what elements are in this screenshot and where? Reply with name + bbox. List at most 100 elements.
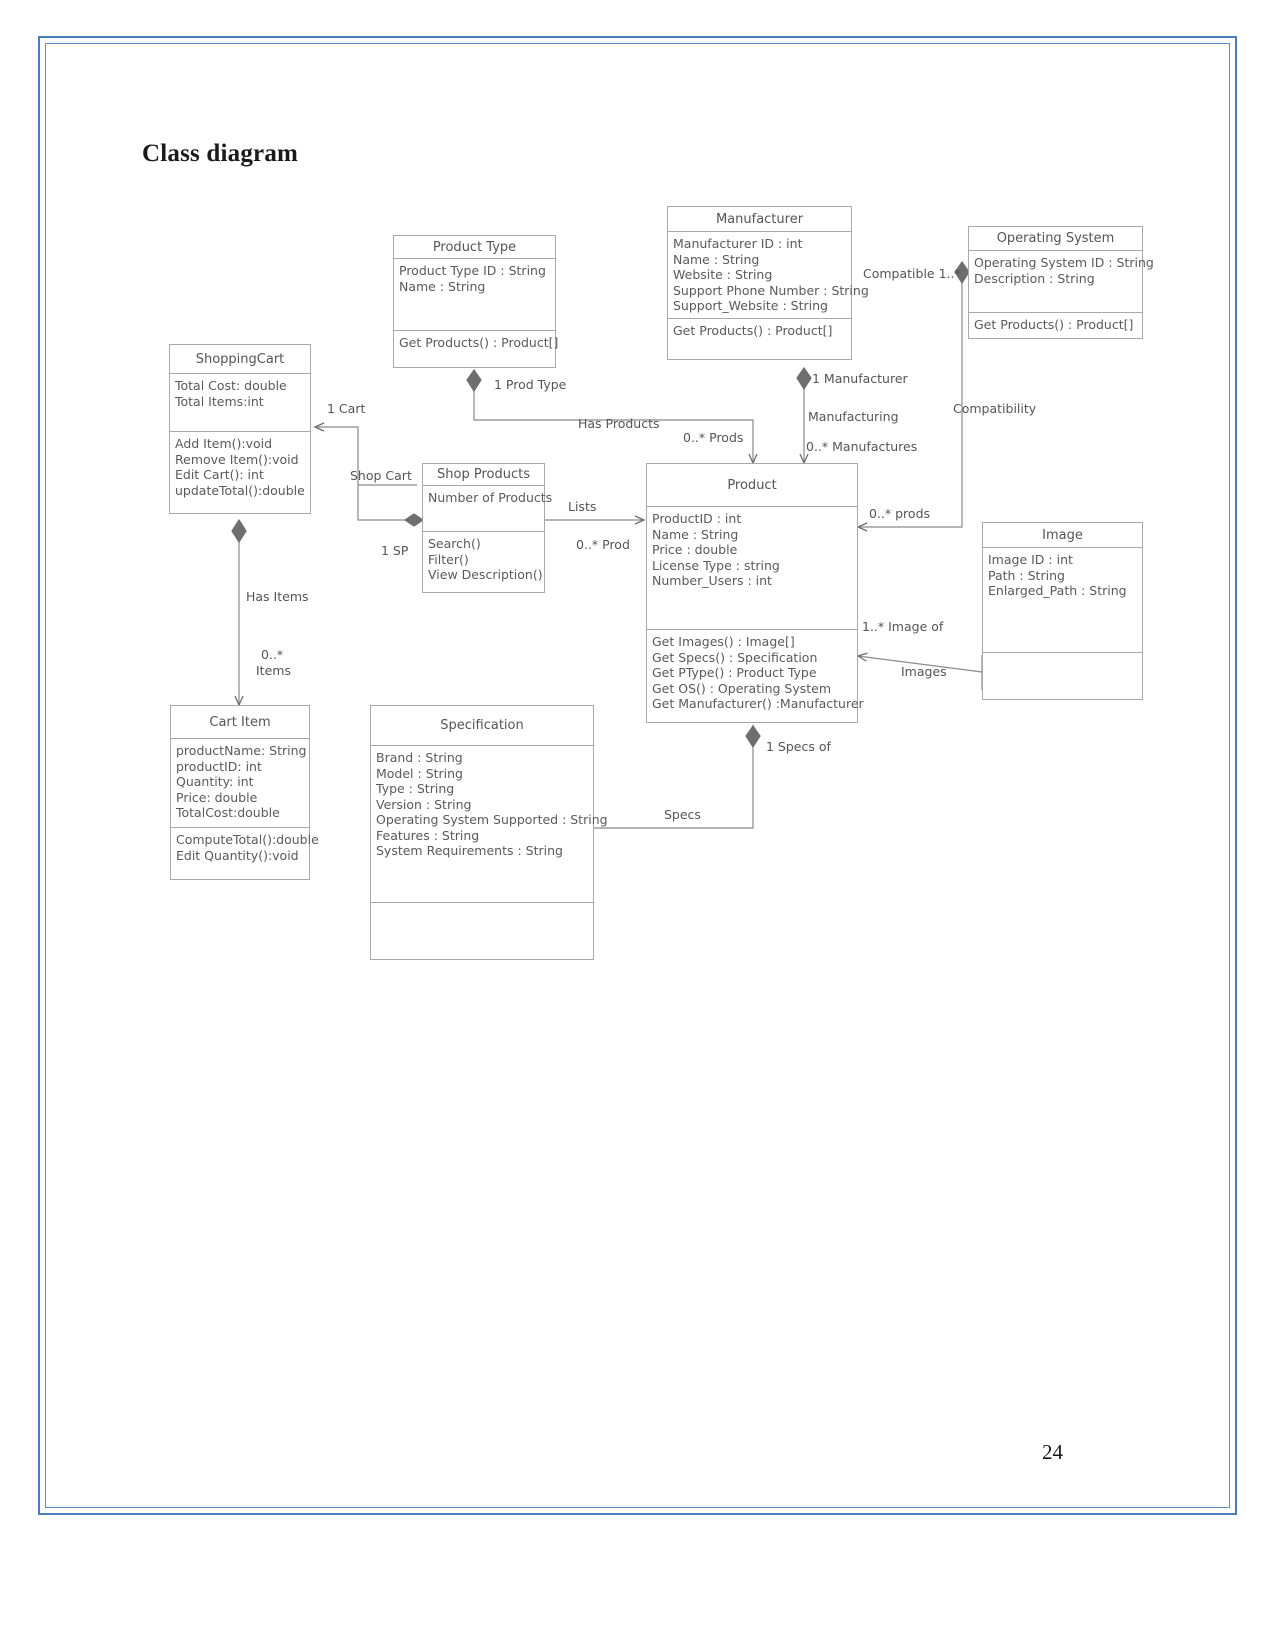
- operation-row: updateTotal():double: [175, 482, 305, 498]
- attribute-row: productID: int: [176, 758, 262, 774]
- class-name-manufacturer: Manufacturer: [668, 207, 851, 232]
- attribute-row: License Type : string: [652, 557, 780, 573]
- class-operations-product-type: Get Products() : Product[]: [394, 331, 559, 368]
- attribute-row: TotalCost:double: [176, 805, 280, 820]
- operation-row: Search(): [428, 536, 481, 551]
- class-box-specification[interactable]: Specification Brand : String Model : Str…: [370, 705, 608, 960]
- class-box-shop-products[interactable]: Shop Products Number of Products Search(…: [422, 463, 553, 594]
- attribute-row: Enlarged_Path : String: [988, 583, 1127, 598]
- class-box-operating-system[interactable]: Operating System Operating System ID : S…: [968, 226, 1154, 340]
- attribute-row: Total Items:int: [175, 393, 264, 409]
- class-attributes-manufacturer: Manufacturer ID : int Name : String Webs…: [668, 232, 869, 319]
- class-diagram: Product Type Product Type ID : String Na…: [0, 0, 1275, 1651]
- class-name-image: Image: [983, 523, 1142, 548]
- attribute-row: Number of Products: [428, 490, 553, 505]
- class-box-product[interactable]: Product ProductID : int Name : String Pr…: [646, 463, 864, 723]
- attribute-row: Name : String: [652, 526, 739, 542]
- class-operations-shop-products: Search() Filter() View Description(): [423, 532, 544, 594]
- operation-row: Edit Quantity():void: [176, 847, 299, 863]
- operation-row: View Description(): [428, 567, 543, 582]
- class-attributes-product: ProductID : int Name : String Price : do…: [647, 507, 857, 630]
- class-name-operating-system: Operating System: [969, 227, 1142, 251]
- edge-label-specs: Specs: [664, 807, 701, 822]
- class-box-manufacturer[interactable]: Manufacturer Manufacturer ID : int Name …: [667, 206, 869, 361]
- class-operations-operating-system: Get Products() : Product[]: [969, 313, 1142, 340]
- attribute-row: productName: String: [176, 743, 307, 758]
- attribute-row: Manufacturer ID : int: [673, 236, 803, 251]
- edge-label-prods-lower: 0..* prods: [869, 506, 931, 521]
- operation-row: Add Item():void: [175, 436, 273, 451]
- edge-label-manufactures-mult: 0..* Manufactures: [806, 439, 918, 454]
- edge-label-compatible: Compatible 1..*: [863, 266, 961, 281]
- class-name-specification: Specification: [371, 706, 593, 746]
- edge-label-items-word: Items: [256, 663, 291, 678]
- attribute-row: Description : String: [974, 270, 1095, 286]
- operation-row: Get Specs() : Specification: [652, 649, 818, 665]
- edge-label-specs-of: 1 Specs of: [766, 739, 831, 754]
- class-attributes-product-type: Product Type ID : String Name : String: [394, 259, 555, 331]
- attribute-row: Support Phone Number : String: [673, 282, 869, 298]
- class-operations-shoppingcart: Add Item():void Remove Item():void Edit …: [170, 432, 310, 513]
- class-operations-manufacturer: Get Products() : Product[]: [668, 319, 851, 361]
- edge-label-items-mult: 0..*: [261, 647, 284, 662]
- class-operations-product: Get Images() : Image[] Get Specs() : Spe…: [647, 630, 864, 723]
- operation-row: Get Images() : Image[]: [652, 634, 795, 649]
- edge-label-image-of: 1..* Image of: [862, 619, 944, 634]
- class-name-cart-item: Cart Item: [171, 706, 309, 739]
- operation-row: Filter(): [428, 551, 469, 567]
- class-attributes-operating-system: Operating System ID : String Description…: [969, 251, 1154, 313]
- class-attributes-cart-item: productName: String productID: int Quant…: [171, 739, 309, 828]
- attribute-row: Website : String: [673, 267, 773, 282]
- class-name-shop-products: Shop Products: [423, 464, 544, 486]
- class-box-product-type[interactable]: Product Type Product Type ID : String Na…: [393, 235, 559, 368]
- class-operations-cart-item: ComputeTotal():double Edit Quantity():vo…: [171, 828, 319, 879]
- attribute-row: Price: double: [176, 789, 258, 805]
- attribute-row: Price : double: [652, 542, 738, 557]
- attribute-row: Support_Website : String: [673, 298, 828, 313]
- edge-label-prods-mult: 0..* Prods: [683, 430, 744, 445]
- edge-label-manufacturer-role: 1 Manufacturer: [812, 371, 908, 386]
- attribute-row: Quantity: int: [176, 774, 254, 789]
- class-box-image[interactable]: Image Image ID : int Path : String Enlar…: [982, 522, 1143, 700]
- attribute-row: Name : String: [399, 278, 486, 294]
- edge-label-prod-mult: 0..* Prod: [576, 537, 630, 552]
- edge-label-images: Images: [901, 664, 947, 679]
- operation-row: Get PType() : Product Type: [652, 665, 817, 680]
- edge-label-cart-role: 1 Cart: [327, 401, 366, 416]
- operation-row: Get Manufacturer() :Manufacturer: [652, 696, 864, 711]
- class-box-shoppingcart[interactable]: ShoppingCart Total Cost: double Total It…: [169, 344, 311, 514]
- operation-row: Edit Cart(): int: [175, 467, 264, 482]
- edge-label-sp-role: 1 SP: [381, 543, 409, 558]
- class-box-cart-item[interactable]: Cart Item productName: String productID:…: [170, 705, 319, 880]
- edge-label-has-items: Has Items: [246, 589, 309, 604]
- edge-label-manufacturing: Manufacturing: [808, 409, 899, 424]
- attribute-row: Name : String: [673, 251, 760, 267]
- attribute-row: System Requirements : String: [376, 843, 563, 858]
- attribute-row: Brand : String: [376, 750, 463, 765]
- attribute-row: Operating System ID : String: [974, 255, 1154, 270]
- class-name-product-type: Product Type: [394, 236, 555, 259]
- edge-label-lists: Lists: [568, 499, 597, 514]
- edge-label-shop-cart: Shop Cart: [350, 468, 412, 483]
- edge-label-prod-type-role: 1 Prod Type: [494, 377, 567, 392]
- operation-row: Get OS() : Operating System: [652, 680, 832, 696]
- attribute-row: Total Cost: double: [175, 378, 287, 393]
- class-name-product: Product: [647, 464, 857, 507]
- attribute-row: Version : String: [376, 796, 472, 812]
- class-attributes-specification: Brand : String Model : String Type : Str…: [371, 746, 608, 903]
- attribute-row: Features : String: [376, 827, 480, 843]
- operation-row: Get Products() : Product[]: [673, 323, 833, 338]
- class-attributes-shop-products: Number of Products: [423, 486, 553, 532]
- attribute-row: Product Type ID : String: [399, 263, 546, 278]
- operation-row: Get Products() : Product[]: [399, 335, 559, 350]
- edge-label-has-products: Has Products: [578, 416, 660, 431]
- attribute-row: Type : String: [376, 781, 455, 796]
- class-attributes-shoppingcart: Total Cost: double Total Items:int: [170, 374, 310, 432]
- attribute-row: Model : String: [376, 765, 463, 781]
- class-operations-image: [983, 653, 1142, 699]
- class-attributes-image: Image ID : int Path : String Enlarged_Pa…: [983, 548, 1142, 653]
- operation-row: Remove Item():void: [175, 451, 299, 467]
- class-name-shoppingcart: ShoppingCart: [170, 345, 310, 374]
- attribute-row: Image ID : int: [988, 552, 1073, 567]
- operation-row: Get Products() : Product[]: [974, 317, 1134, 332]
